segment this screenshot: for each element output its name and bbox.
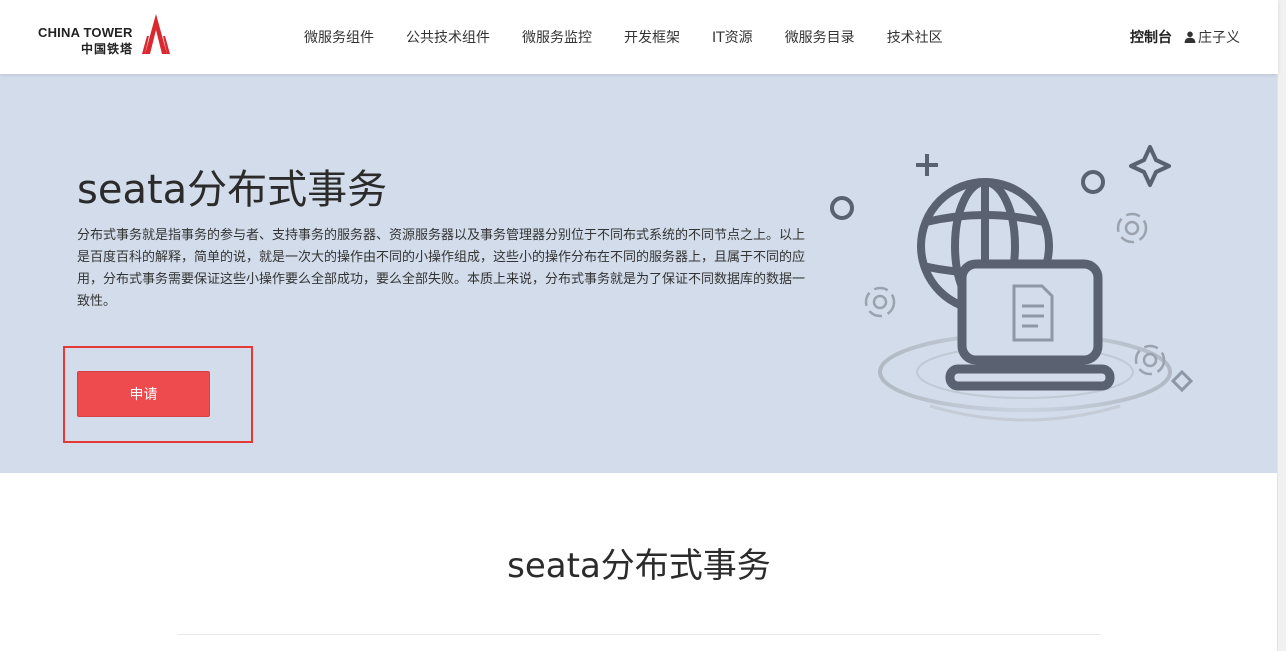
logo-text-en: CHINA TOWER bbox=[38, 25, 133, 40]
section-title: seata分布式事务 bbox=[507, 546, 771, 586]
tower-logo-icon bbox=[142, 14, 170, 54]
nav-item-it-resources[interactable]: IT资源 bbox=[712, 27, 753, 47]
logo-text-cn: 中国铁塔 bbox=[81, 42, 134, 56]
china-tower-logo[interactable]: CHINA TOWER 中国铁塔 bbox=[38, 12, 170, 58]
hero-description: 分布式事务就是指事务的参与者、支持事务的服务器、资源服务器以及事务管理器分别位于… bbox=[77, 228, 806, 309]
nav-item-microservice-catalog[interactable]: 微服务目录 bbox=[785, 27, 855, 47]
hero-title: seata分布式事务 bbox=[77, 167, 388, 213]
user-name: 庄子义 bbox=[1198, 30, 1240, 46]
console-link[interactable]: 控制台 bbox=[1130, 27, 1172, 47]
nav-item-dev-framework[interactable]: 开发框架 bbox=[624, 27, 680, 47]
section-divider bbox=[178, 634, 1100, 635]
hero-banner: seata分布式事务 分布式事务就是指事务的参与者、支持事务的服务器、资源服务器… bbox=[0, 74, 1278, 473]
nav-item-microservice-components[interactable]: 微服务组件 bbox=[304, 27, 374, 47]
window-scrollbar[interactable] bbox=[1277, 0, 1286, 651]
apply-button[interactable]: 申请 bbox=[77, 371, 210, 417]
user-icon bbox=[1184, 31, 1196, 43]
header-right: 控制台 庄子义 bbox=[1130, 26, 1240, 48]
nav-item-microservice-monitoring[interactable]: 微服务监控 bbox=[522, 27, 592, 47]
page: CHINA TOWER 中国铁塔 微服务组件 公共技术组件 微服务监控 开发框架… bbox=[0, 0, 1286, 651]
top-navbar: CHINA TOWER 中国铁塔 微服务组件 公共技术组件 微服务监控 开发框架… bbox=[0, 0, 1278, 74]
globe-laptop-document-illustration bbox=[830, 145, 1194, 422]
user-menu[interactable]: 庄子义 bbox=[1184, 27, 1240, 47]
main-nav: 微服务组件 公共技术组件 微服务监控 开发框架 IT资源 微服务目录 技术社区 bbox=[288, 26, 959, 48]
nav-item-common-tech-components[interactable]: 公共技术组件 bbox=[406, 27, 490, 47]
nav-item-tech-community[interactable]: 技术社区 bbox=[887, 27, 943, 47]
